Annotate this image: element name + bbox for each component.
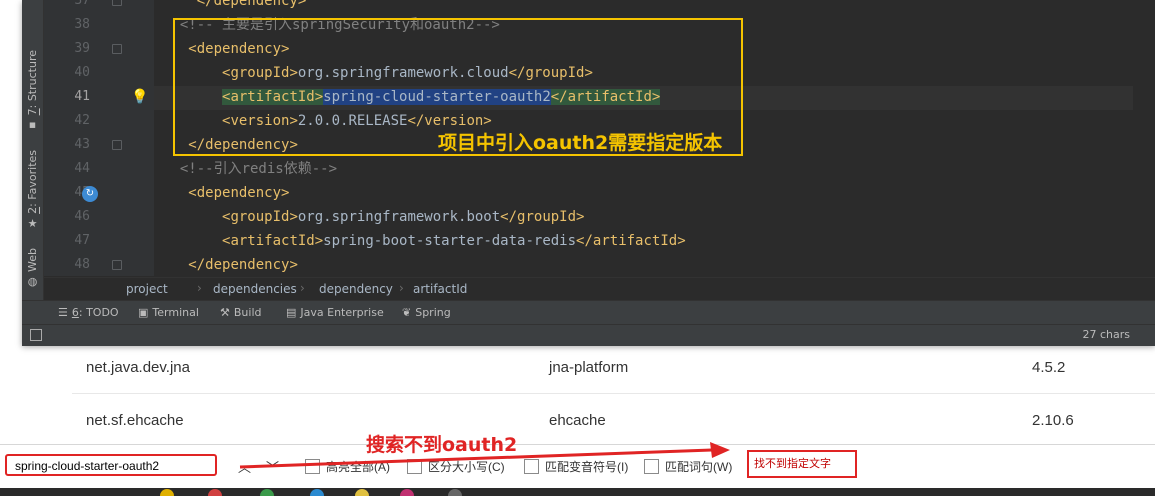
taskbar-app-icon[interactable]	[400, 489, 414, 496]
taskbar-app-icon[interactable]	[448, 489, 462, 496]
taskbar-app-icon[interactable]	[355, 489, 369, 496]
taskbar-app-icon[interactable]	[160, 489, 174, 496]
taskbar	[0, 488, 1155, 496]
taskbar-app-icon[interactable]	[310, 489, 324, 496]
taskbar-app-icon[interactable]	[208, 489, 222, 496]
annotation-arrow	[239, 442, 730, 469]
taskbar-app-icon[interactable]	[260, 489, 274, 496]
